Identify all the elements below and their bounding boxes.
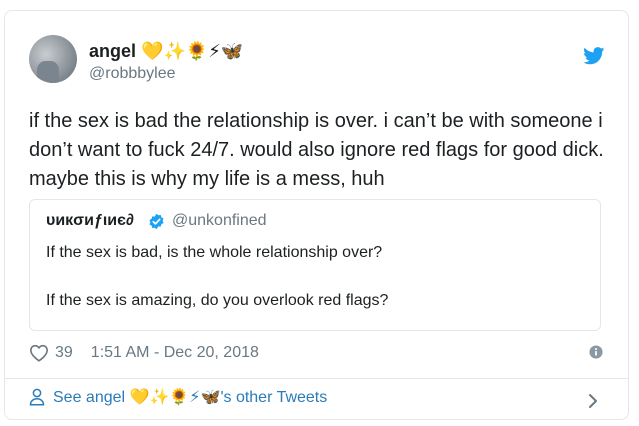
tweet-text: if the sex is bad the relationship is ov…: [29, 110, 604, 190]
person-icon: [29, 388, 45, 406]
footer-divider: [5, 378, 628, 379]
footer-suffix: 's other Tweets: [220, 389, 328, 406]
see-other-tweets-link[interactable]: See angel 💛✨🌻⚡🦋's other Tweets: [29, 387, 327, 407]
tweet-meta: 39 1:51 AM - Dec 20, 2018: [29, 342, 259, 364]
avatar[interactable]: [29, 35, 77, 83]
chevron-right-icon[interactable]: [587, 393, 599, 409]
twitter-bird-icon[interactable]: [583, 47, 605, 65]
verified-badge-icon: [149, 213, 164, 230]
quoted-author-name: υикσиƒιиє∂: [46, 212, 134, 229]
quoted-tweet[interactable]: υикσиƒιиє∂ @unkonfined If the sex is bad…: [29, 199, 601, 331]
author-name[interactable]: angel 💛✨🌻⚡🦋: [89, 41, 243, 62]
heart-icon[interactable]: [29, 344, 49, 362]
footer-prefix: See angel: [53, 389, 130, 406]
author-name-emojis: 💛✨🌻⚡🦋: [141, 41, 244, 62]
quoted-text-line-2: If the sex is amazing, do you overlook r…: [46, 292, 389, 309]
author-handle[interactable]: @robbbylee: [89, 65, 176, 83]
like-count[interactable]: 39: [55, 344, 73, 362]
quoted-text-line-1: If the sex is bad, is the whole relation…: [46, 244, 383, 261]
tweet-timestamp[interactable]: 1:51 AM - Dec 20, 2018: [91, 344, 259, 362]
quoted-author-handle: @unkonfined: [172, 212, 267, 229]
footer-emojis: 💛✨🌻⚡🦋: [129, 387, 221, 406]
info-icon[interactable]: [589, 345, 603, 359]
embedded-tweet-card: angel 💛✨🌻⚡🦋 @robbbylee if the sex is bad…: [4, 10, 629, 420]
author-display-name: angel: [89, 41, 137, 61]
